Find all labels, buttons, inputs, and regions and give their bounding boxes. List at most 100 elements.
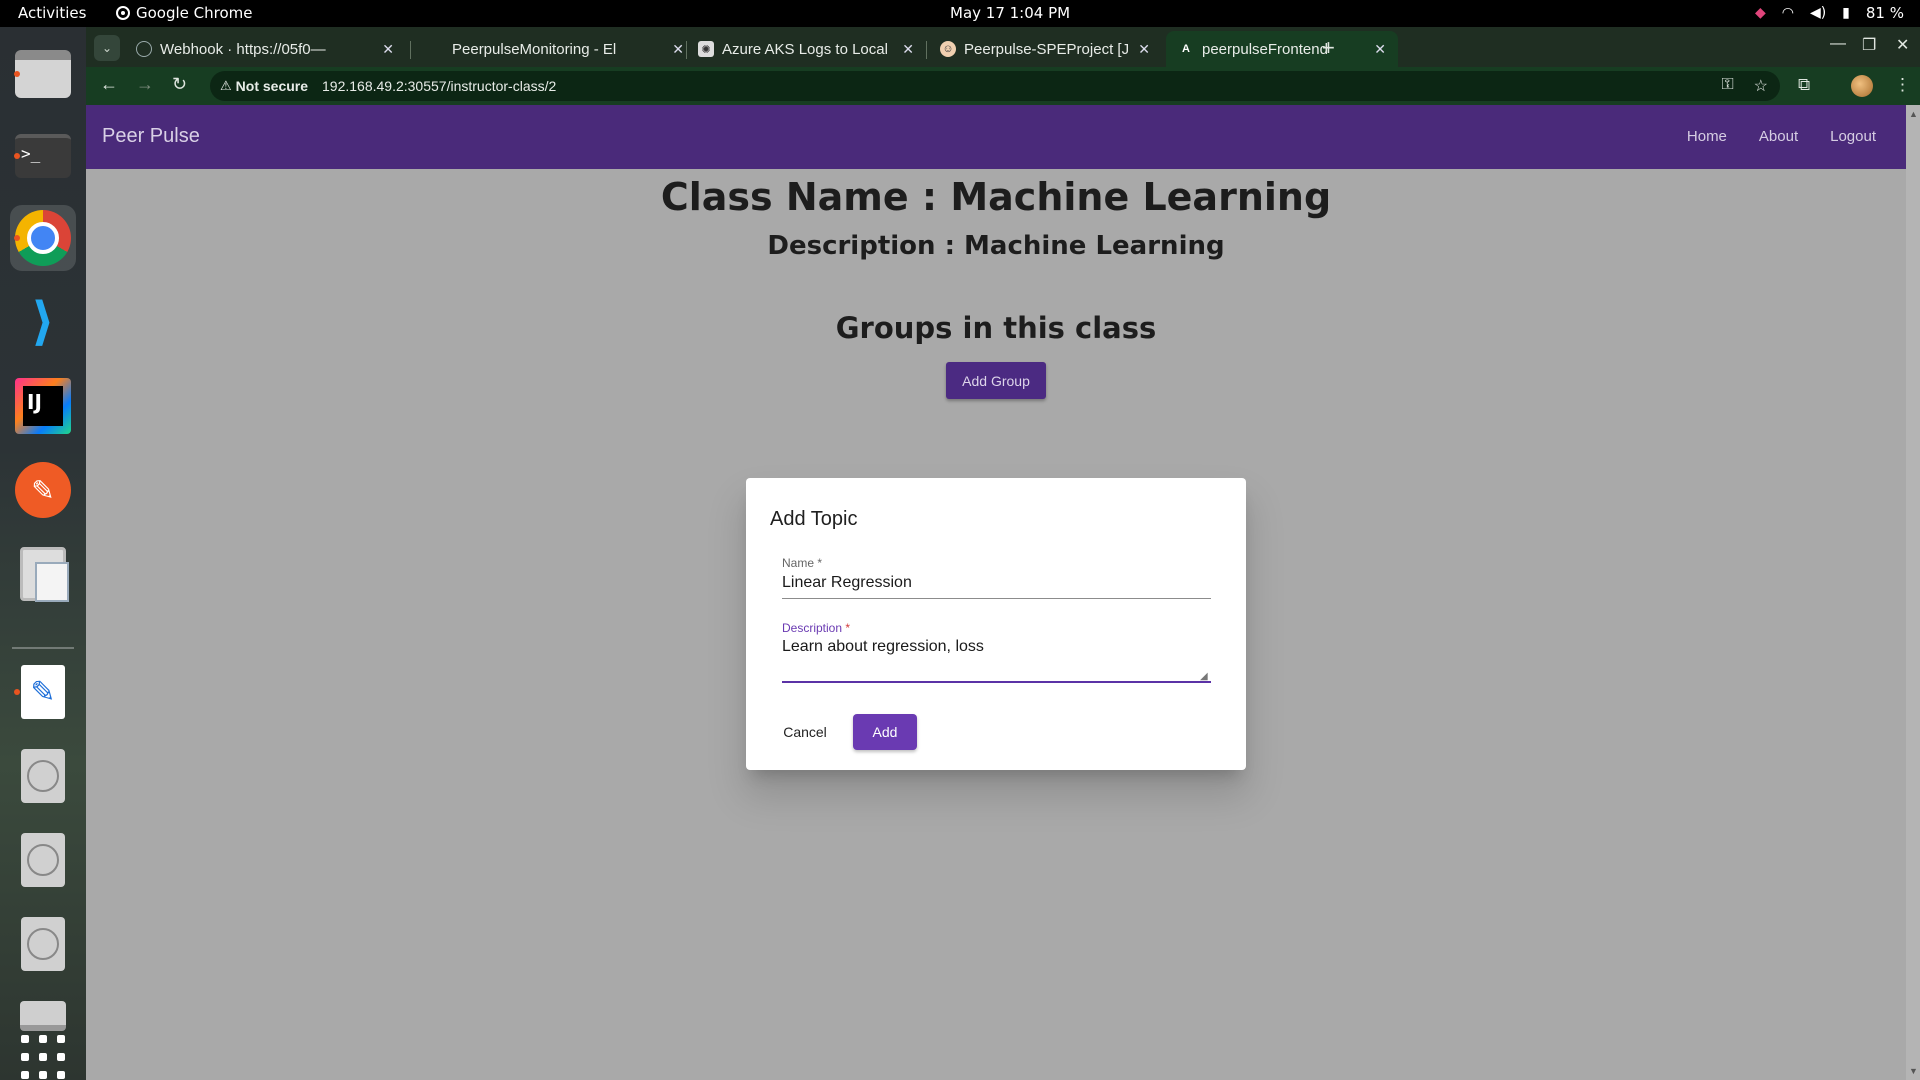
dock-files[interactable]	[10, 41, 76, 107]
dock-text-editor[interactable]: ✎	[10, 659, 76, 725]
tab-title: Azure AKS Logs to Local	[722, 40, 888, 58]
disc-icon	[21, 917, 65, 971]
disc-icon	[21, 833, 65, 887]
app-indicator-icon[interactable]: ◆	[1755, 5, 1766, 21]
browser-window: ⌄ Webhook · https://05f0— ✕ PeerpulseMon…	[86, 27, 1920, 1080]
description-label-text: Description	[782, 621, 843, 635]
nav-links: Home About Logout	[1687, 128, 1876, 145]
description-field-label: Description *	[782, 621, 850, 635]
clipboard-icon	[20, 547, 69, 602]
activities-button[interactable]: Activities	[18, 4, 86, 22]
security-status[interactable]: Not secure	[236, 78, 308, 94]
required-marker: *	[817, 556, 823, 570]
drive-icon	[20, 1001, 66, 1031]
name-label-text: Name	[782, 556, 815, 570]
dock-chrome[interactable]	[10, 205, 76, 271]
chevron-down-icon: ⌄	[101, 41, 113, 55]
name-input[interactable]	[782, 572, 1211, 594]
angular-icon: A	[1182, 43, 1190, 55]
dock-intellij[interactable]: IJ	[10, 373, 76, 439]
page-scrollbar[interactable]: ▲ ▼	[1906, 105, 1920, 1080]
elastic-icon	[428, 41, 444, 57]
tab-title: Webhook · https://05f0—	[160, 40, 326, 58]
tab-title: PeerpulseMonitoring - El	[452, 40, 617, 58]
app-menu[interactable]: Google Chrome	[116, 4, 253, 22]
dock-postman[interactable]: ✎	[10, 457, 76, 523]
address-bar[interactable]: ⚠ Not secure 192.168.49.2:30557/instruct…	[210, 71, 1780, 101]
name-field-label: Name *	[782, 556, 822, 570]
dock: >_ ⟩ IJ ✎ ✎	[0, 27, 86, 1080]
wifi-icon: ◠	[1781, 5, 1794, 21]
app-navbar: Peer Pulse Home About Logout	[86, 105, 1906, 169]
tab-peerpulse-speproject[interactable]: ☺ Peerpulse-SPEProject [Je ✕	[928, 31, 1162, 67]
tab-title: peerpulseFrontend	[1202, 40, 1328, 58]
vscode-icon: ⟩	[31, 292, 55, 352]
text-editor-icon: ✎	[21, 665, 65, 719]
brand-link[interactable]: Peer Pulse	[102, 125, 200, 148]
loading-icon	[136, 41, 152, 57]
close-window-button[interactable]: ✕	[1896, 35, 1909, 55]
scroll-down-icon[interactable]: ▼	[1909, 1066, 1918, 1076]
description-underline	[782, 681, 1211, 683]
system-tray[interactable]: ◆ ◠ ◀) ▮ 81 %	[1755, 4, 1904, 22]
show-apps-button[interactable]	[10, 1035, 76, 1079]
tab-search-button[interactable]: ⌄	[94, 35, 120, 61]
chrome-icon	[116, 6, 130, 20]
tab-strip: ⌄ Webhook · https://05f0— ✕ PeerpulseMon…	[86, 27, 1920, 67]
close-icon[interactable]: ✕	[672, 41, 684, 58]
dock-clipboard[interactable]	[10, 541, 76, 607]
minimize-button[interactable]: —	[1830, 35, 1846, 53]
close-icon[interactable]: ✕	[902, 41, 914, 58]
tab-webhook[interactable]: Webhook · https://05f0— ✕	[124, 31, 406, 67]
app-name: Google Chrome	[136, 4, 253, 22]
tab-title: Peerpulse-SPEProject [Je	[964, 40, 1129, 58]
add-button[interactable]: Add	[853, 714, 917, 750]
add-topic-dialog: Add Topic Name * Description * Learn abo…	[746, 478, 1246, 770]
nav-home[interactable]: Home	[1687, 128, 1727, 145]
nav-about[interactable]: About	[1759, 128, 1798, 145]
key-icon[interactable]: ⚿	[1721, 76, 1733, 96]
cancel-button[interactable]: Cancel	[776, 714, 834, 750]
close-icon[interactable]: ✕	[382, 41, 394, 58]
scroll-up-icon[interactable]: ▲	[1909, 109, 1918, 119]
dock-terminal[interactable]: >_	[10, 123, 76, 189]
tab-peerpulse-frontend[interactable]: A peerpulseFrontend ✕	[1166, 31, 1398, 67]
close-icon[interactable]: ✕	[1138, 41, 1150, 58]
name-underline	[782, 598, 1211, 599]
reload-button[interactable]: ↻	[172, 74, 187, 95]
browser-toolbar: ← → ↻ ⚠ Not secure 192.168.49.2:30557/in…	[86, 67, 1920, 105]
class-name-heading: Class Name : Machine Learning	[660, 175, 1332, 219]
maximize-button[interactable]: ❐	[1862, 35, 1876, 55]
postman-icon: ✎	[15, 462, 71, 518]
required-marker: *	[845, 621, 851, 635]
dock-disc[interactable]	[10, 827, 76, 893]
nav-logout[interactable]: Logout	[1830, 128, 1876, 145]
close-icon[interactable]: ✕	[1374, 41, 1386, 58]
star-icon[interactable]: ☆	[1754, 76, 1768, 96]
profile-avatar[interactable]	[1851, 75, 1873, 97]
disc-icon	[21, 749, 65, 803]
tab-azure-aks-logs[interactable]: ✺ Azure AKS Logs to Local ✕	[686, 31, 926, 67]
warning-icon: ⚠	[220, 78, 232, 93]
jenkins-icon: ☺	[940, 41, 956, 57]
dock-disc-2[interactable]	[10, 911, 76, 977]
description-textarea[interactable]: Learn about regression, loss	[782, 638, 1211, 678]
new-tab-button[interactable]: +	[1322, 35, 1335, 61]
dock-separator	[12, 647, 74, 649]
dock-disc-locked[interactable]	[10, 743, 76, 809]
chrome-icon	[15, 210, 71, 266]
clock[interactable]: May 17 1:04 PM	[950, 4, 1070, 22]
tab-peerpulse-monitoring[interactable]: PeerpulseMonitoring - El ✕	[416, 31, 696, 67]
battery-icon: ▮	[1842, 5, 1850, 21]
forward-button[interactable]: →	[136, 74, 154, 95]
url-text[interactable]: 192.168.49.2:30557/instructor-class/2	[322, 78, 556, 94]
extensions-icon[interactable]: ⧉	[1798, 75, 1810, 95]
dialog-title: Add Topic	[770, 508, 858, 530]
kebab-menu-icon[interactable]: ⋮	[1894, 75, 1911, 95]
back-button[interactable]: ←	[100, 74, 118, 95]
add-group-button[interactable]: Add Group	[946, 362, 1046, 399]
intellij-icon: IJ	[15, 378, 71, 434]
dock-vscode[interactable]: ⟩	[10, 289, 76, 355]
volume-icon: ◀)	[1809, 5, 1827, 21]
terminal-icon: >_	[15, 134, 71, 178]
